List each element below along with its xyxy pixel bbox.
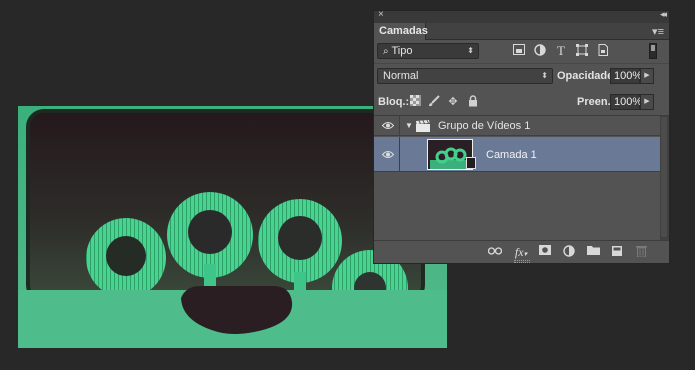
updown-arrow-icon: ⬍ — [541, 71, 548, 80]
adjustment-layer-icon[interactable] — [562, 245, 576, 259]
video-group-clapper-icon — [416, 120, 430, 132]
layer-name[interactable]: Camada 1 — [486, 149, 537, 161]
fill-input[interactable]: 100% — [610, 94, 642, 110]
panel-tab-bar: Camadas ▾≡ — [374, 23, 669, 40]
panel-resize-grip[interactable] — [514, 260, 530, 263]
fill-label: Preen.: — [577, 96, 615, 108]
divider — [374, 63, 669, 64]
layers-list: ▼ Grupo de Vídeos 1 Camada 1 — [374, 116, 669, 240]
layer-filter-select[interactable]: ⌕ Tipo ⬍ — [377, 43, 479, 59]
lock-pixels-brush-icon[interactable] — [427, 95, 441, 109]
panel-menu-icon[interactable]: ▾≡ — [652, 25, 664, 38]
visibility-column — [374, 116, 400, 135]
close-icon[interactable]: × — [378, 9, 384, 20]
panel-title-bar: × ◂◂ — [374, 9, 669, 23]
layer-row-group[interactable]: ▼ Grupo de Vídeos 1 — [374, 116, 660, 136]
layer-row-selected[interactable]: Camada 1 — [374, 137, 660, 172]
opacity-input[interactable]: 100% — [610, 68, 642, 84]
pixel-filter-icon[interactable] — [512, 44, 526, 58]
fx-icon-text: fx — [514, 245, 524, 259]
double-chevron-icon[interactable]: ◂◂ — [660, 9, 667, 20]
layer-name[interactable]: Grupo de Vídeos 1 — [438, 120, 530, 132]
trash-icon[interactable] — [634, 245, 648, 259]
lock-label: Bloq.: — [378, 96, 410, 108]
blend-mode-value: Normal — [383, 70, 419, 82]
lock-position-move-icon[interactable]: ✥ — [446, 95, 460, 109]
link-layers-icon[interactable] — [487, 245, 503, 259]
updown-arrow-icon: ⬍ — [467, 46, 474, 55]
group-folder-icon[interactable] — [586, 245, 600, 259]
blend-mode-select[interactable]: Normal ⬍ — [377, 68, 553, 84]
shape-filter-icon[interactable] — [575, 44, 589, 58]
search-icon: ⌕ — [383, 46, 389, 57]
mask-icon[interactable] — [538, 245, 552, 259]
eye-icon[interactable] — [382, 150, 394, 159]
tab-layers[interactable]: Camadas — [374, 23, 428, 40]
filter-toggle-switch[interactable] — [649, 43, 657, 59]
layers-scrollbar[interactable] — [660, 116, 669, 240]
filter-kind-label: Tipo — [391, 45, 413, 57]
eye-icon[interactable] — [382, 121, 394, 130]
layers-panel: × ◂◂ Camadas ▾≡ ⌕ Tipo ⬍ T Normal ⬍ Opac… — [373, 9, 670, 264]
lock-transparency-icon[interactable] — [408, 95, 422, 109]
adjustment-filter-icon[interactable] — [533, 44, 547, 58]
video-layer-badge-icon — [466, 157, 476, 169]
fx-icon[interactable]: fx▾ — [514, 245, 528, 259]
expand-triangle-icon[interactable]: ▼ — [405, 121, 413, 130]
opacity-dropdown-icon[interactable]: ▶ — [640, 68, 654, 84]
fill-dropdown-icon[interactable]: ▶ — [640, 94, 654, 110]
smart-object-filter-icon[interactable] — [596, 44, 610, 58]
opacity-label: Opacidade: — [557, 70, 617, 82]
lock-all-padlock-icon[interactable] — [466, 95, 480, 109]
new-layer-icon[interactable] — [610, 245, 624, 259]
visibility-column — [374, 137, 400, 171]
type-filter-icon[interactable]: T — [554, 44, 568, 58]
panel-footer: fx▾ — [374, 240, 669, 263]
